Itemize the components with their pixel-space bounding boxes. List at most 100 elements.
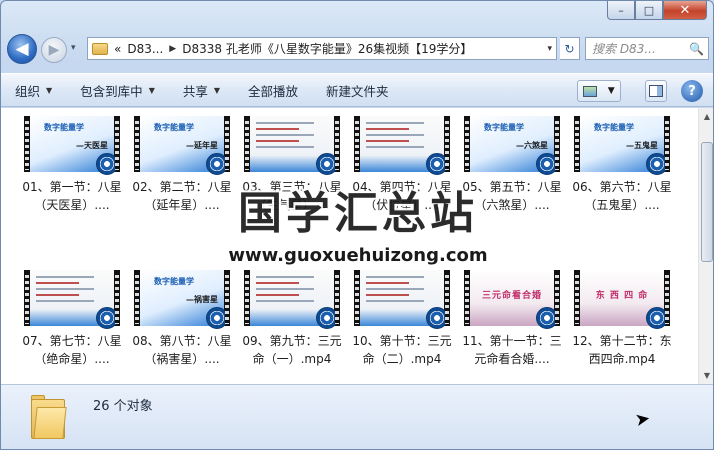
file-item[interactable]: 04、第四节：八星（伏位星）.... [347,116,457,270]
chevron-down-icon: ▼ [148,85,155,95]
chevron-down-icon: ▼ [46,85,53,95]
preview-pane-button[interactable] [645,80,667,102]
file-name[interactable]: 05、第五节：八星（六煞星）.... [457,178,567,214]
video-thumbnail: 数字能量学 —五鬼星 [574,116,670,175]
vertical-scrollbar[interactable]: ▲ ▼ [698,108,713,384]
video-thumbnail: 三元命看合婚 [464,270,560,329]
file-name[interactable]: 09、第九节：三元命（一）.mp4 [237,332,347,368]
file-name[interactable]: 08、第八节：八星（祸害星）.... [127,332,237,368]
refresh-icon: ↻ [564,41,575,56]
slide-subtitle: —五鬼星 [626,141,658,150]
file-item[interactable]: 03、第三节：八星（生气星）.... [237,116,347,270]
forward-button[interactable]: ▶ [41,37,67,63]
chevron-down-icon: ▼ [607,86,615,96]
file-name[interactable]: 07、第七节：八星（绝命星）.... [17,332,127,368]
address-bar[interactable]: « D83... ▶ D8338 孔老师《八星数字能量》26集视频【19学分】 … [87,37,557,60]
breadcrumb-current[interactable]: D8338 孔老师《八星数字能量》26集视频【19学分】 [182,40,472,57]
film-reel-icon [646,307,668,329]
chevron-down-icon: ▼ [213,85,221,95]
refresh-button[interactable]: ↻ [560,37,580,60]
folder-icon [31,395,67,439]
video-thumbnail: 数字能量学 —祸害星 [134,270,230,329]
film-reel-icon [316,307,338,329]
file-item[interactable]: 数字能量学 —六煞星 05、第五节：八星（六煞星）.... [457,116,567,270]
explorer-window: – □ ✕ ◀ ▶ ▾ « D83... ▶ D8338 孔老师《八星数字能量》… [0,0,714,450]
slide-title: 数字能量学 [484,123,524,132]
file-name[interactable]: 11、第十一节：三元命看合婚.... [457,332,567,368]
film-reel-icon [96,307,118,329]
details-pane: 26 个对象 ➤ [1,384,713,449]
command-bar: 组织 ▼ 包含到库中 ▼ 共享 ▼ 全部播放 新建文件夹 ▼ ? [1,73,713,107]
film-reel-icon [96,153,118,175]
film-reel-icon [646,153,668,175]
file-name[interactable]: 02、第二节：八星（延年星）.... [127,178,237,214]
search-placeholder: 搜索 D83... [592,42,656,56]
file-name[interactable]: 03、第三节：八星（生气星）.... [237,178,347,214]
slide-title: 数字能量学 [44,123,84,132]
film-reel-icon [426,307,448,329]
file-item[interactable]: 数字能量学 —天医星 01、第一节：八星（天医星）.... [17,116,127,270]
thumbnail-grid: 数字能量学 —天医星 01、第一节：八星（天医星）.... 数字能量学 —延年星 02、第… [17,116,677,424]
video-thumbnail: 东 西 四 命 [574,270,670,329]
film-reel-icon [206,307,228,329]
maximize-button[interactable]: □ [635,1,663,20]
object-count: 26 个对象 [93,399,153,414]
file-item[interactable]: 数字能量学 —延年星 02、第二节：八星（延年星）.... [127,116,237,270]
preview-pane-icon [649,85,663,97]
film-reel-icon [536,153,558,175]
address-dropdown-icon[interactable]: ▾ [547,44,556,54]
file-name[interactable]: 04、第四节：八星（伏位星）.... [347,178,457,214]
help-button[interactable]: ? [681,80,703,102]
organize-menu[interactable]: 组织 ▼ [15,81,52,100]
file-name[interactable]: 12、第十二节：东西四命.mp4 [567,332,677,368]
slide-title: 数字能量学 [594,123,634,132]
file-list[interactable]: 数字能量学 —天医星 01、第一节：八星（天医星）.... 数字能量学 —延年星 02、第… [1,108,698,384]
slide-title: 数字能量学 [154,123,194,132]
slide-title: 数字能量学 [154,277,194,286]
slide-subtitle: —天医星 [76,141,108,150]
slide-text-lines [256,276,328,306]
slide-subtitle: —祸害星 [186,295,218,304]
play-all-button[interactable]: 全部播放 [248,81,298,100]
back-button[interactable]: ◀ [7,34,37,64]
video-thumbnail: 数字能量学 —延年星 [134,116,230,175]
scroll-down-button[interactable]: ▼ [699,367,713,384]
breadcrumb-parent[interactable]: D83... [127,42,163,56]
slide-subtitle: —延年星 [186,141,218,150]
scroll-up-button[interactable]: ▲ [699,108,713,125]
minimize-button[interactable]: – [607,1,635,20]
folder-icon [92,42,108,55]
video-thumbnail: 数字能量学 —六煞星 [464,116,560,175]
slide-text-lines [256,122,328,152]
change-view-button[interactable]: ▼ [577,80,621,102]
video-thumbnail [244,116,340,175]
file-item[interactable]: 数字能量学 —五鬼星 06、第六节：八星（五鬼星）.... [567,116,677,270]
share-menu[interactable]: 共享 ▼ [183,81,220,100]
slide-title: 三元命看合婚 [481,291,542,301]
file-name[interactable]: 06、第六节：八星（五鬼星）.... [567,178,677,214]
mouse-cursor-icon: ➤ [633,407,652,432]
view-icon [583,85,598,97]
recent-pages-button[interactable]: ▾ [71,43,76,53]
share-label: 共享 [182,83,208,99]
scroll-thumb[interactable] [701,142,713,262]
include-in-library-menu[interactable]: 包含到库中 ▼ [80,81,155,100]
film-reel-icon [426,153,448,175]
new-folder-button[interactable]: 新建文件夹 [326,81,389,100]
navigation-bar: ◀ ▶ ▾ « D83... ▶ D8338 孔老师《八星数字能量》26集视频【… [7,34,709,64]
file-name[interactable]: 01、第一节：八星（天医星）.... [17,178,127,214]
video-thumbnail: 数字能量学 —天医星 [24,116,120,175]
slide-text-lines [36,276,108,306]
breadcrumb-separator-icon[interactable]: ▶ [169,44,176,54]
search-icon[interactable]: 🔍 [689,42,704,56]
breadcrumb-overflow[interactable]: « [114,42,121,56]
search-input[interactable]: 搜索 D83... 🔍 [585,37,709,60]
video-thumbnail [24,270,120,329]
slide-text-lines [366,276,438,306]
back-arrow-icon: ◀ [15,39,29,59]
close-button[interactable]: ✕ [663,1,707,20]
film-reel-icon [206,153,228,175]
include-library-label: 包含到库中 [80,83,143,99]
forward-arrow-icon: ▶ [48,42,60,58]
file-name[interactable]: 10、第十节：三元命（二）.mp4 [347,332,457,368]
